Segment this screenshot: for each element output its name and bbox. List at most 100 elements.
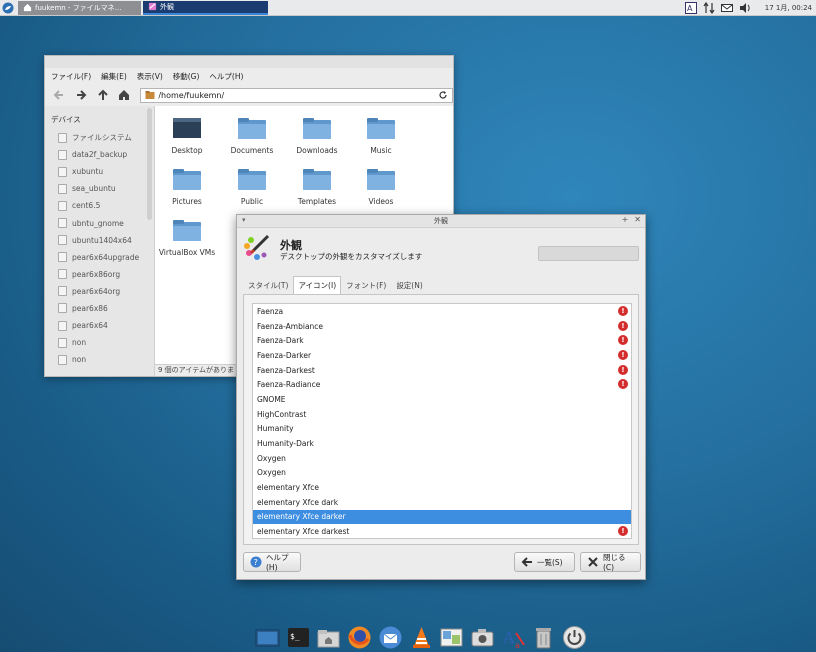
sidebar-device-item[interactable]: non	[45, 351, 154, 368]
warning-icon: !	[618, 320, 628, 331]
icon-theme-name: Faenza-Radiance	[257, 380, 321, 390]
menu-edit[interactable]: 編集(E)	[101, 71, 127, 82]
icon-theme-item[interactable]: GNOME	[253, 392, 631, 407]
location-bar[interactable]: /home/fuukemn/	[140, 87, 453, 103]
show-desktop-icon[interactable]	[254, 624, 281, 651]
sidebar-device-item[interactable]: cent6.5	[45, 197, 154, 214]
whisker-menu-icon[interactable]	[0, 0, 16, 16]
icons-tab-panel: Faenza! Faenza-Ambiance! Faenza-Dark! Faenz…	[243, 294, 639, 545]
icon-theme-item[interactable]: elementary Xfce darker	[253, 509, 631, 525]
home-icon[interactable]	[116, 87, 132, 103]
folder-item[interactable]: Music	[351, 116, 411, 155]
taskbar-item-file-manager[interactable]: fuukemn - ファイルマネ…	[18, 0, 141, 15]
mail-icon[interactable]	[720, 2, 733, 14]
close-icon[interactable]: ✕	[634, 215, 641, 224]
clock[interactable]: 17 1月, 00:24	[765, 3, 812, 13]
power-icon[interactable]	[561, 624, 588, 651]
file-manager-titlebar[interactable]	[45, 56, 453, 68]
icon-theme-item[interactable]: elementary Xfce	[253, 480, 631, 495]
menu-help[interactable]: ヘルプ(H)	[209, 71, 243, 82]
up-arrow-icon[interactable]	[95, 87, 111, 103]
sidebar-device-item[interactable]: sea_ubuntu	[45, 180, 154, 197]
tab-settings[interactable]: 設定(N)	[391, 276, 427, 296]
folder-item[interactable]: Public	[222, 167, 282, 206]
folder-label: Music	[370, 146, 392, 155]
input-method-icon[interactable]: A	[684, 1, 697, 14]
trash-icon[interactable]	[531, 624, 558, 651]
theme-search-field[interactable]	[538, 246, 639, 261]
icon-theme-item[interactable]: Oxygen	[253, 451, 631, 466]
home-icon	[23, 3, 32, 12]
terminal-icon[interactable]: $_	[285, 624, 312, 651]
icon-theme-item[interactable]: HighContrast	[253, 407, 631, 422]
icon-theme-item[interactable]: Faenza-Radiance!	[253, 377, 631, 392]
all-button[interactable]: 一覧(S)	[514, 552, 575, 572]
top-panel: fuukemn - ファイルマネ… 外観 A 17 1月, 00:24	[0, 0, 816, 16]
folder-item[interactable]: Desktop	[157, 116, 217, 155]
menu-file[interactable]: ファイル(F)	[51, 71, 91, 82]
sidebar-device-item[interactable]: ファイルシステム	[45, 129, 154, 146]
drive-icon	[58, 200, 67, 211]
folder-item[interactable]: Videos	[351, 167, 411, 206]
folder-item[interactable]: VirtualBox VMs	[157, 218, 217, 257]
taskbar-item-appearance[interactable]: 外観	[143, 0, 268, 15]
tab-icons[interactable]: アイコン(I)	[293, 276, 342, 296]
sidebar-device-item[interactable]: pear6x86org	[45, 266, 154, 283]
help-button[interactable]: ? ヘルプ(H)	[243, 552, 301, 572]
close-button[interactable]: 閉じる(C)	[580, 552, 641, 572]
sidebar-device-item[interactable]: non	[45, 334, 154, 351]
folder-item[interactable]: Downloads	[287, 116, 347, 155]
icon-theme-item[interactable]: Faenza-Darker!	[253, 348, 631, 363]
thunderbird-icon[interactable]	[377, 624, 404, 651]
maximize-icon[interactable]: +	[622, 215, 629, 224]
icon-theme-item[interactable]: Faenza-Darkest!	[253, 363, 631, 378]
menu-go[interactable]: 移動(G)	[173, 71, 200, 82]
file-manager-menubar: ファイル(F) 編集(E) 表示(V) 移動(G) ヘルプ(H)	[45, 68, 453, 84]
sidebar-device-label: pear6x86	[72, 303, 108, 313]
folder-label: Public	[240, 197, 264, 206]
folder-label: VirtualBox VMs	[158, 248, 216, 257]
icon-theme-item[interactable]: elementary Xfce darkest!	[253, 524, 631, 538]
folder-item[interactable]: Pictures	[157, 167, 217, 206]
file-manager-icon[interactable]	[315, 624, 342, 651]
screenshot-icon[interactable]	[469, 624, 496, 651]
svg-text:A: A	[502, 628, 515, 647]
icon-theme-item[interactable]: Oxygen	[253, 466, 631, 481]
sidebar-device-item[interactable]: pear6x86	[45, 300, 154, 317]
image-viewer-icon[interactable]	[438, 624, 465, 651]
dialog-tabs: スタイル(T) アイコン(I) フォント(F) 設定(N)	[243, 276, 428, 296]
sidebar-device-item[interactable]: xubuntu	[45, 163, 154, 180]
back-arrow-icon[interactable]	[51, 87, 67, 103]
warning-icon: !	[618, 335, 628, 346]
icon-theme-item[interactable]: Faenza!	[253, 304, 631, 319]
warning-icon: !	[618, 526, 628, 537]
sidebar-device-item[interactable]: pear6x64upgrade	[45, 249, 154, 266]
icon-theme-item[interactable]: Humanity-Dark	[253, 436, 631, 451]
folder-label: Desktop	[171, 146, 203, 155]
sidebar-device-item[interactable]: ubuntu1404x64	[45, 232, 154, 249]
sidebar-scrollbar[interactable]	[147, 108, 152, 220]
icon-theme-item[interactable]: elementary Xfce dark	[253, 495, 631, 510]
network-icon[interactable]	[703, 1, 715, 14]
reload-icon[interactable]	[438, 90, 448, 100]
icon-theme-item[interactable]: Faenza-Dark!	[253, 333, 631, 348]
dialog-titlebar[interactable]: ▾ 外観 + ✕	[237, 215, 645, 228]
tab-fonts[interactable]: フォント(F)	[341, 276, 391, 296]
sidebar-device-item[interactable]: pear6x64org	[45, 283, 154, 300]
icon-theme-item[interactable]: Humanity	[253, 422, 631, 437]
drive-icon	[58, 320, 67, 331]
icon-theme-item[interactable]: Faenza-Ambiance!	[253, 319, 631, 334]
vlc-icon[interactable]	[408, 624, 435, 651]
font-icon[interactable]: Aa	[500, 624, 527, 651]
volume-icon[interactable]	[739, 2, 751, 14]
sidebar-device-item[interactable]: data2f_backup	[45, 146, 154, 163]
sidebar-device-item[interactable]: pear6x64	[45, 317, 154, 334]
menu-view[interactable]: 表示(V)	[137, 71, 163, 82]
drive-icon	[58, 286, 67, 297]
folder-item[interactable]: Documents	[222, 116, 282, 155]
firefox-icon[interactable]	[346, 624, 373, 651]
forward-arrow-icon[interactable]	[73, 87, 89, 103]
folder-item[interactable]: Templates	[287, 167, 347, 206]
tab-style[interactable]: スタイル(T)	[243, 276, 293, 296]
sidebar-device-item[interactable]: ubntu_gnome	[45, 214, 154, 231]
